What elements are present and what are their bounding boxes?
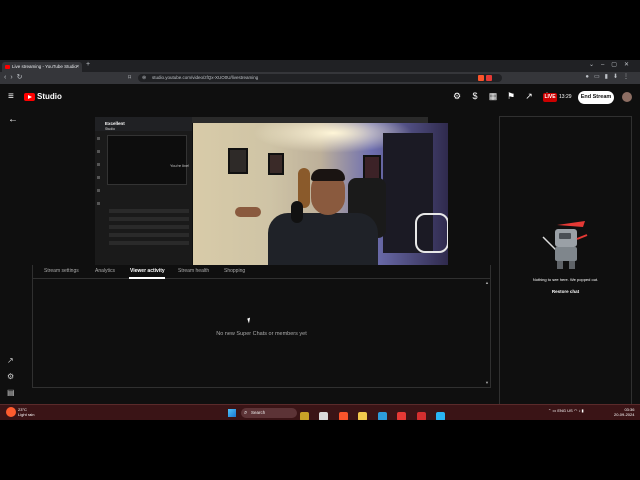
browser-toolbar-icons[interactable]: ●▭▮⬇⋮ [585, 73, 634, 80]
language-indicator[interactable]: ENG US [557, 408, 572, 413]
share-icon[interactable]: ↗ [520, 91, 538, 102]
preview-video [107, 135, 187, 185]
tray-chevron-icon[interactable]: ⌃ ▭ [548, 408, 557, 413]
empty-state-message: No new Super Chats or members yet [216, 331, 307, 337]
tab-analytics[interactable]: Analytics [95, 268, 115, 274]
person-hair [311, 169, 345, 181]
brave-browser-icon[interactable] [338, 412, 348, 420]
system-tray[interactable]: ⌃ ▭ ENG US ◠ ♪ ▮ [548, 408, 584, 413]
brave-shield-icon[interactable] [478, 75, 484, 81]
white-chair [415, 213, 448, 253]
youtube-favicon-icon [5, 65, 10, 69]
site-info-icon[interactable]: ⊜ [142, 74, 146, 82]
person-body [268, 213, 378, 265]
tab-shopping[interactable]: Shopping [224, 268, 245, 274]
live-badge: LIVE [543, 93, 557, 102]
address-bar-row: ‹›↻ ⌑ ⊜ studio.youtube.com/video/zfQx-XU… [0, 72, 640, 84]
taskbar-search[interactable]: Search [241, 408, 297, 418]
panel-tabs: Stream settings Analytics Viewer activit… [33, 265, 490, 279]
weather-desc: Light rain [18, 412, 35, 417]
end-stream-button[interactable]: End Stream [578, 91, 614, 104]
tab-stream-settings[interactable]: Stream settings [44, 268, 79, 274]
nav-buttons[interactable]: ‹›↻ [4, 73, 27, 81]
preview-rows [109, 209, 189, 249]
avatar[interactable] [622, 92, 632, 102]
feedback-icon[interactable]: ▤ [7, 388, 15, 397]
url-text: studio.youtube.com/video/zfQx-XUO0U/live… [152, 75, 259, 80]
wall-poster [228, 148, 248, 174]
weather-icon[interactable] [6, 407, 16, 417]
task-view-icon[interactable] [319, 412, 329, 420]
preview-header: Excellent Studio [95, 117, 192, 131]
browser-tab-bar: Live streaming - YouTube Studio × + ⌄–▢✕ [0, 60, 640, 72]
youtube-logo-icon[interactable] [24, 93, 35, 101]
extension-icon[interactable] [486, 75, 492, 81]
windows-start-icon[interactable] [228, 409, 236, 417]
address-field[interactable]: ⊜ studio.youtube.com/video/zfQx-XUO0U/li… [138, 74, 502, 82]
screen: Live streaming - YouTube Studio × + ⌄–▢✕… [0, 60, 640, 420]
file-explorer-icon[interactable] [358, 412, 368, 420]
scroll-down-icon[interactable]: ▼ [485, 380, 489, 385]
dollar-icon[interactable]: $ [466, 91, 484, 101]
studio-brand: Studio [37, 92, 62, 101]
preview-subtitle: Studio [105, 127, 115, 131]
widgets-icon[interactable] [300, 412, 309, 420]
stream-timer: 13:29 [559, 94, 572, 100]
app-icon[interactable] [416, 412, 426, 420]
person-hand [235, 207, 261, 217]
grid-icon[interactable]: ▦ [484, 91, 502, 102]
microphone [291, 201, 303, 223]
weather-widget[interactable]: 23°C Light rain [18, 407, 34, 417]
settings-icon[interactable]: ⚙ [448, 91, 466, 102]
preview-sidebar [97, 137, 101, 257]
menu-icon[interactable]: ≡ [8, 91, 14, 102]
taskbar-apps [300, 408, 451, 420]
tab-stream-health[interactable]: Stream health [178, 268, 209, 274]
back-arrow-icon[interactable]: ← [8, 114, 18, 125]
browser-tab-title: Live streaming - YouTube Studio [12, 64, 77, 69]
preview-live-text: You're live! [170, 163, 190, 168]
webcam-feed [193, 123, 448, 265]
scroll-up-icon[interactable]: ▲ [485, 280, 489, 285]
extensions [478, 74, 498, 82]
store-icon[interactable] [377, 412, 387, 420]
new-tab-icon[interactable]: + [86, 61, 90, 68]
bookmark-icon[interactable]: ⌑ [128, 74, 131, 81]
settings-icon[interactable]: ⚙ [7, 372, 14, 381]
chat-empty-message: Nothing to see here. We popped out. [532, 277, 599, 282]
studio-header: ≡ Studio ⚙$▦⚑↗⋮ LIVE 13:29 End Stream [0, 84, 640, 110]
close-tab-icon[interactable]: × [76, 62, 79, 72]
flag-icon[interactable]: ⚑ [502, 91, 520, 102]
obs-icon[interactable] [397, 412, 407, 420]
activity-panel: Stream settings Analytics Viewer activit… [32, 265, 491, 388]
preview-title: Excellent [105, 121, 125, 126]
network-icon[interactable]: ◠ ♪ ▮ [574, 408, 584, 413]
wall-poster [268, 153, 284, 175]
active-tab-underline [129, 277, 165, 279]
browser-tab[interactable]: Live streaming - YouTube Studio × [2, 62, 82, 72]
chat-panel: Nothing to see here. We popped out. Rest… [499, 116, 632, 412]
header-icons: ⚙$▦⚑↗⋮ [448, 91, 556, 102]
tab-viewer-activity[interactable]: Viewer activity [130, 268, 165, 274]
window-controls[interactable]: ⌄–▢✕ [589, 61, 636, 68]
restore-chat-button[interactable]: Restore chat [500, 289, 631, 294]
taskbar-clock[interactable]: 03:36 20-09-2024 [614, 407, 634, 417]
stream-preview: Excellent Studio You're live! [95, 117, 192, 267]
popped-out-chat-illustration [542, 221, 588, 269]
vscode-icon[interactable] [436, 412, 446, 420]
windows-taskbar: 23°C Light rain Search ⌃ ▭ ENG US ◠ ♪ ▮ … [0, 404, 640, 420]
external-link-icon[interactable]: ↗ [7, 356, 14, 365]
clock-date: 20-09-2024 [614, 412, 635, 417]
